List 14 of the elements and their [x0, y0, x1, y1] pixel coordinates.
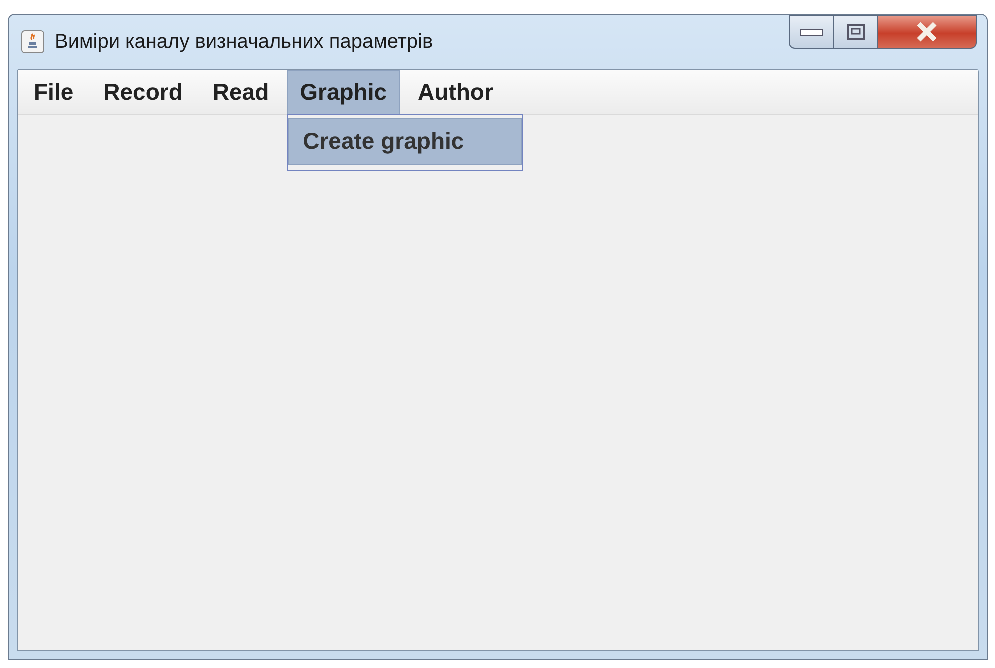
close-icon [916, 22, 938, 42]
menu-option[interactable]: Create graphic [288, 118, 522, 165]
close-button[interactable] [877, 15, 977, 49]
window-title: Виміри каналу визначальних параметрів [55, 30, 434, 54]
minimize-icon [800, 27, 824, 37]
menu-item[interactable]: Read [200, 70, 282, 114]
maximize-icon [846, 24, 864, 40]
menu-item[interactable]: Author [406, 70, 506, 114]
menu-item[interactable]: File [22, 70, 86, 114]
menu-item[interactable]: Graphic [287, 70, 400, 114]
menu-item[interactable]: Record [92, 70, 195, 114]
minimize-button[interactable] [789, 15, 833, 49]
maximize-button[interactable] [833, 15, 877, 49]
java-cup-icon [21, 30, 45, 54]
